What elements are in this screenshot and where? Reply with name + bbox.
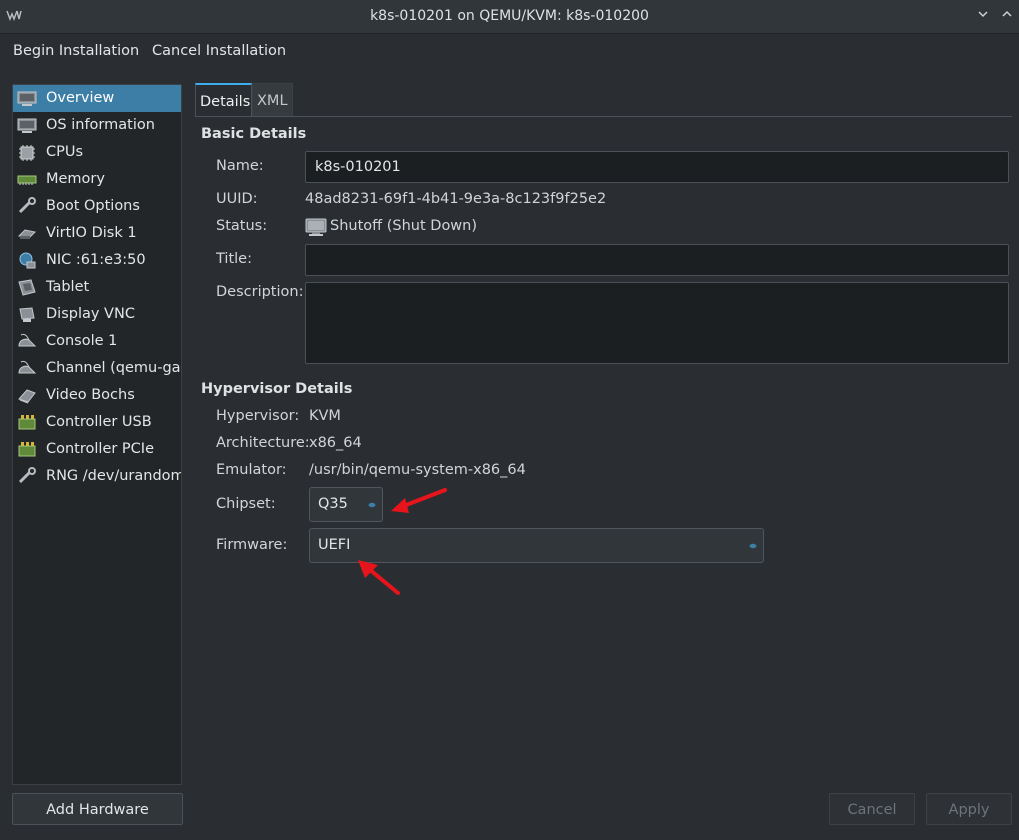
add-hardware-button[interactable]: Add Hardware [12,793,183,825]
basic-details-heading: Basic Details [201,126,307,142]
sidebar-item-label: Video Bochs [46,387,135,403]
hypervisor-label: Hypervisor: [216,408,300,424]
sidebar-item-label: VirtIO Disk 1 [46,225,137,241]
chipset-value: Q35 [318,496,348,512]
sidebar-item-channel-qemu-ga[interactable]: Channel (qemu-ga) [13,355,181,382]
sidebar-item-tablet[interactable]: Tablet [13,274,181,301]
menu-bar: Begin Installation Cancel Installation [0,34,1019,70]
sidebar-item-display-vnc[interactable]: Display VNC [13,301,181,328]
controller-icon [18,442,36,457]
window-title: k8s-010201 on QEMU/KVM: k8s-010200 [370,8,649,24]
title-bar: k8s-010201 on QEMU/KVM: k8s-010200 [0,0,1019,34]
tab-details[interactable]: Details [195,83,252,117]
cancel-installation-menu[interactable]: Cancel Installation [152,43,286,59]
sidebar-item-label: Tablet [46,279,90,295]
display-icon [19,307,35,322]
begin-installation-menu[interactable]: Begin Installation [13,43,139,59]
sidebar-item-rng-dev-urandom[interactable]: RNG /dev/urandom [13,463,181,490]
memory-icon [17,175,37,185]
cpu-icon [19,145,35,161]
sidebar-item-cpus[interactable]: CPUs [13,139,181,166]
monitor-icon [305,218,327,236]
sidebar-item-label: NIC :61:e3:50 [46,252,146,268]
title-input[interactable] [305,244,1009,276]
sidebar-item-controller-pcie[interactable]: Controller PCIe [13,436,181,463]
cancel-button[interactable]: Cancel [829,793,915,825]
firmware-value: UEFI [318,537,351,553]
sidebar-item-console-1[interactable]: Console 1 [13,328,181,355]
sidebar-item-label: Boot Options [46,198,140,214]
chipset-select[interactable]: Q35 [309,487,383,522]
sidebar-item-overview[interactable]: Overview [13,85,181,112]
firmware-label: Firmware: [216,537,288,553]
annotation-arrow-icon [358,560,400,595]
chipset-label: Chipset: [216,496,276,512]
sidebar-item-virtio-disk-1[interactable]: VirtIO Disk 1 [13,220,181,247]
tab-divider [195,116,1012,117]
tablet-icon [18,279,36,296]
architecture-value: x86_64 [309,435,362,451]
sidebar-item-label: Memory [46,171,105,187]
channel-icon [18,360,37,374]
console-icon [18,333,37,347]
disk-icon [17,229,37,239]
sidebar-item-video-bochs[interactable]: Video Bochs [13,382,181,409]
updown-arrow-icon [749,543,757,548]
sidebar-item-label: CPUs [46,144,84,160]
sidebar-item-label: Overview [46,90,115,106]
hardware-list: Overview OS information CPUs Memory Boot Opt… [12,84,182,785]
sidebar-item-os-information[interactable]: OS information [13,112,181,139]
minimize-icon[interactable] [975,8,991,24]
updown-arrow-icon [368,502,376,507]
description-textarea[interactable] [305,282,1009,364]
sidebar-item-label: Controller USB [46,414,152,430]
tab-xml[interactable]: XML [252,83,293,117]
sidebar-item-memory[interactable]: Memory [13,166,181,193]
description-label: Description: [216,284,304,300]
monitor-icon [17,118,37,133]
emulator-label: Emulator: [216,462,287,478]
name-input[interactable] [305,151,1009,183]
status-value: Shutoff (Shut Down) [330,218,478,234]
hypervisor-value: KVM [309,408,341,424]
name-label: Name: [216,158,264,174]
sidebar-item-boot-options[interactable]: Boot Options [13,193,181,220]
sidebar-item-label: RNG /dev/urandom [46,468,182,484]
uuid-label: UUID: [216,191,258,207]
wrench-icon [18,467,36,484]
sidebar-item-nic-61-e3-50[interactable]: NIC :61:e3:50 [13,247,181,274]
video-icon [18,389,36,404]
monitor-icon [17,91,37,106]
emulator-value: /usr/bin/qemu-system-x86_64 [309,462,526,478]
sidebar-item-label: Console 1 [46,333,118,349]
wrench-icon [18,197,36,214]
sidebar-item-label: Channel (qemu-ga) [46,360,182,376]
architecture-label: Architecture: [216,435,310,451]
sidebar-item-label: Display VNC [46,306,135,322]
sidebar-item-label: OS information [46,117,155,133]
status-label: Status: [216,218,268,234]
sidebar-item-controller-usb[interactable]: Controller USB [13,409,181,436]
apply-button[interactable]: Apply [926,793,1012,825]
network-icon [19,252,36,269]
controller-icon [18,415,36,430]
title-label: Title: [216,251,252,267]
maximize-icon[interactable] [999,8,1015,24]
annotation-arrow-icon [391,488,447,513]
uuid-value: 48ad8231-69f1-4b41-9e3a-8c123f9f25e2 [305,191,607,207]
hypervisor-details-heading: Hypervisor Details [201,381,353,397]
sidebar-item-label: Controller PCIe [46,441,154,457]
